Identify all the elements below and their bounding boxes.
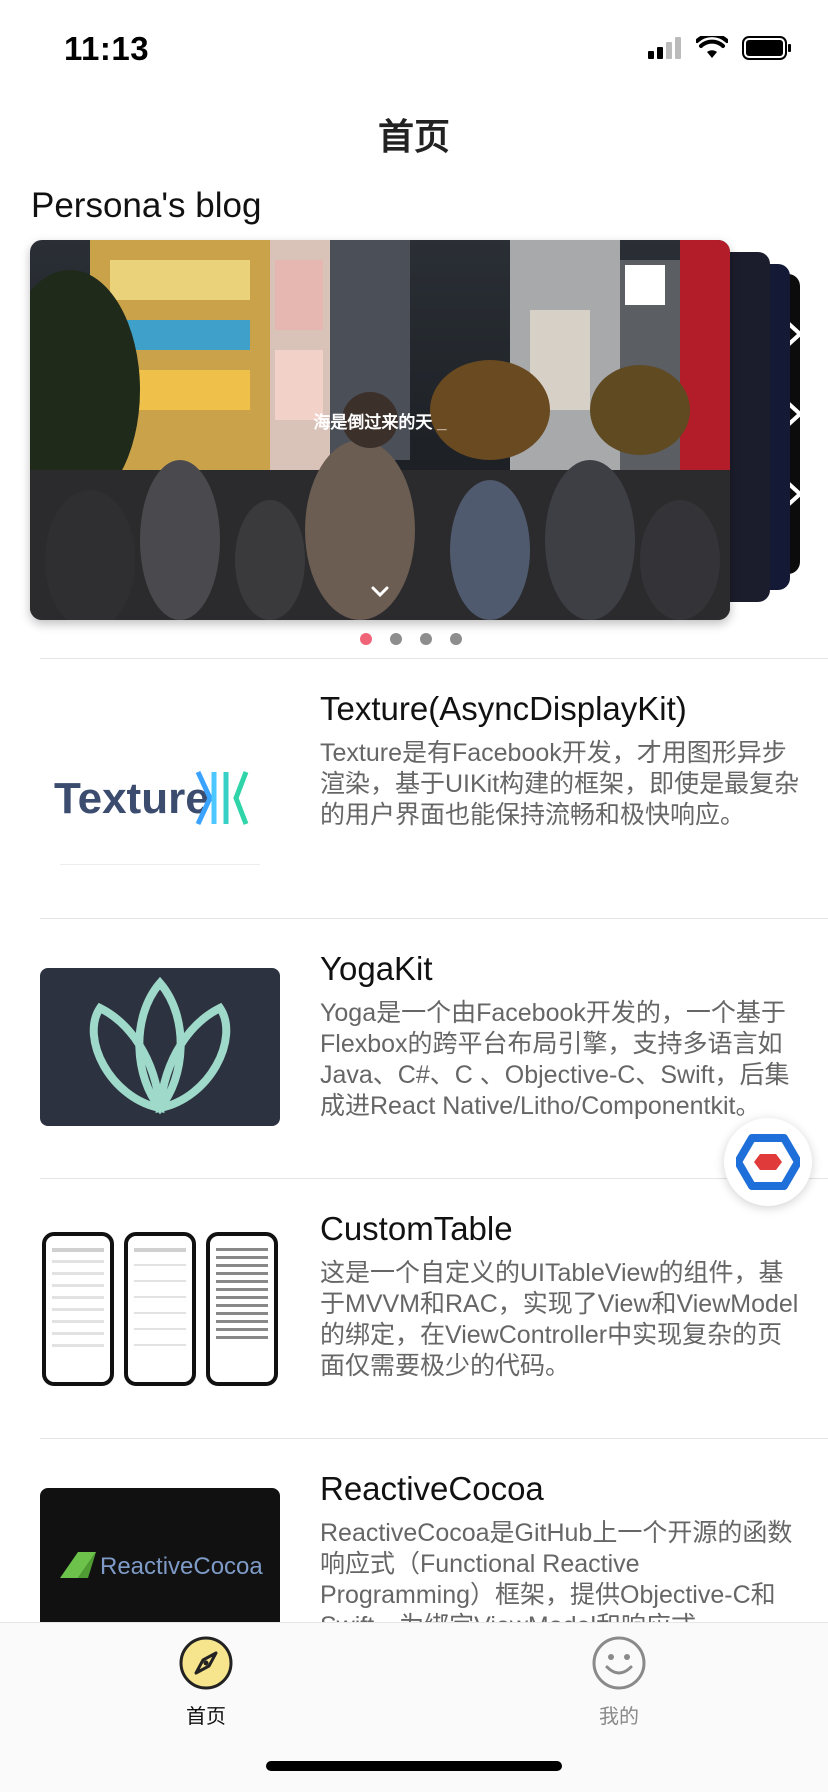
banner-main-card[interactable]: 海是倒过来的天 _ xyxy=(30,240,730,620)
hexagon-icon xyxy=(736,1134,800,1190)
lotus-icon xyxy=(89,976,231,1115)
phone-mockup xyxy=(124,1232,196,1386)
signal-icon xyxy=(648,37,681,59)
divider xyxy=(40,918,828,919)
page-dot[interactable] xyxy=(390,633,402,645)
page-dot[interactable] xyxy=(450,633,462,645)
home-indicator[interactable] xyxy=(266,1761,562,1771)
tab-label: 我的 xyxy=(599,1706,639,1728)
floating-action-button[interactable] xyxy=(724,1118,812,1206)
blog-title: Persona's blog xyxy=(31,186,262,225)
item-title: ReactiveCocoa xyxy=(320,1470,544,1507)
texture-thumbnail: Texture xyxy=(40,718,280,868)
list-item[interactable]: CustomTable 这是一个自定义的UITableView的组件，基于MVV… xyxy=(0,1178,828,1438)
phone-mockup xyxy=(206,1232,278,1386)
smiley-icon xyxy=(592,1636,646,1690)
divider xyxy=(40,658,828,659)
list-item[interactable]: YogaKit Yoga是一个由Facebook开发的，一个基于Flexbox的… xyxy=(0,918,828,1178)
divider xyxy=(40,1438,828,1439)
thumb-logo-text: ReactiveCocoa xyxy=(100,1553,263,1580)
reactivecocoa-thumbnail: ReactiveCocoa xyxy=(40,1488,280,1638)
item-title: Texture(AsyncDisplayKit) xyxy=(320,690,687,727)
status-icons xyxy=(648,36,792,60)
item-title: YogaKit xyxy=(320,950,433,987)
page-dot[interactable] xyxy=(360,633,372,645)
tab-home[interactable]: 首页 xyxy=(146,1635,266,1729)
banner-caption: 海是倒过来的天 _ xyxy=(313,413,447,432)
item-description: 这是一个自定义的UITableView的组件，基于MVVM和RAC，实现了Vie… xyxy=(320,1259,799,1380)
wifi-icon xyxy=(696,36,728,58)
status-bar: 11:13 xyxy=(0,0,828,100)
thumb-logo-text: Texture xyxy=(54,774,210,823)
compass-icon xyxy=(179,1636,233,1690)
battery-icon xyxy=(742,36,791,60)
divider xyxy=(40,1178,828,1179)
yoga-thumbnail xyxy=(40,968,280,1126)
item-title: CustomTable xyxy=(320,1210,513,1247)
page-dot[interactable] xyxy=(420,633,432,645)
list-item[interactable]: Texture Texture(AsyncDisplayKit) Texture… xyxy=(0,658,828,918)
status-time: 11:13 xyxy=(64,30,150,67)
item-description: Yoga是一个由Facebook开发的，一个基于Flexbox的跨平台布局引擎，… xyxy=(320,999,790,1120)
tab-label: 首页 xyxy=(186,1706,226,1728)
chevron-down-icon[interactable] xyxy=(370,585,390,599)
customtable-thumbnail xyxy=(40,1230,280,1388)
page-title: 首页 xyxy=(377,116,450,157)
item-description: Texture是有Facebook开发，才用图形异步渲染，基于UIKit构建的框… xyxy=(320,739,800,829)
banner-carousel[interactable]: 海是倒过来的天 _ xyxy=(30,240,800,620)
phone-mockup xyxy=(42,1232,114,1386)
page-indicator[interactable] xyxy=(360,633,462,645)
tab-me[interactable]: 我的 xyxy=(559,1635,679,1729)
